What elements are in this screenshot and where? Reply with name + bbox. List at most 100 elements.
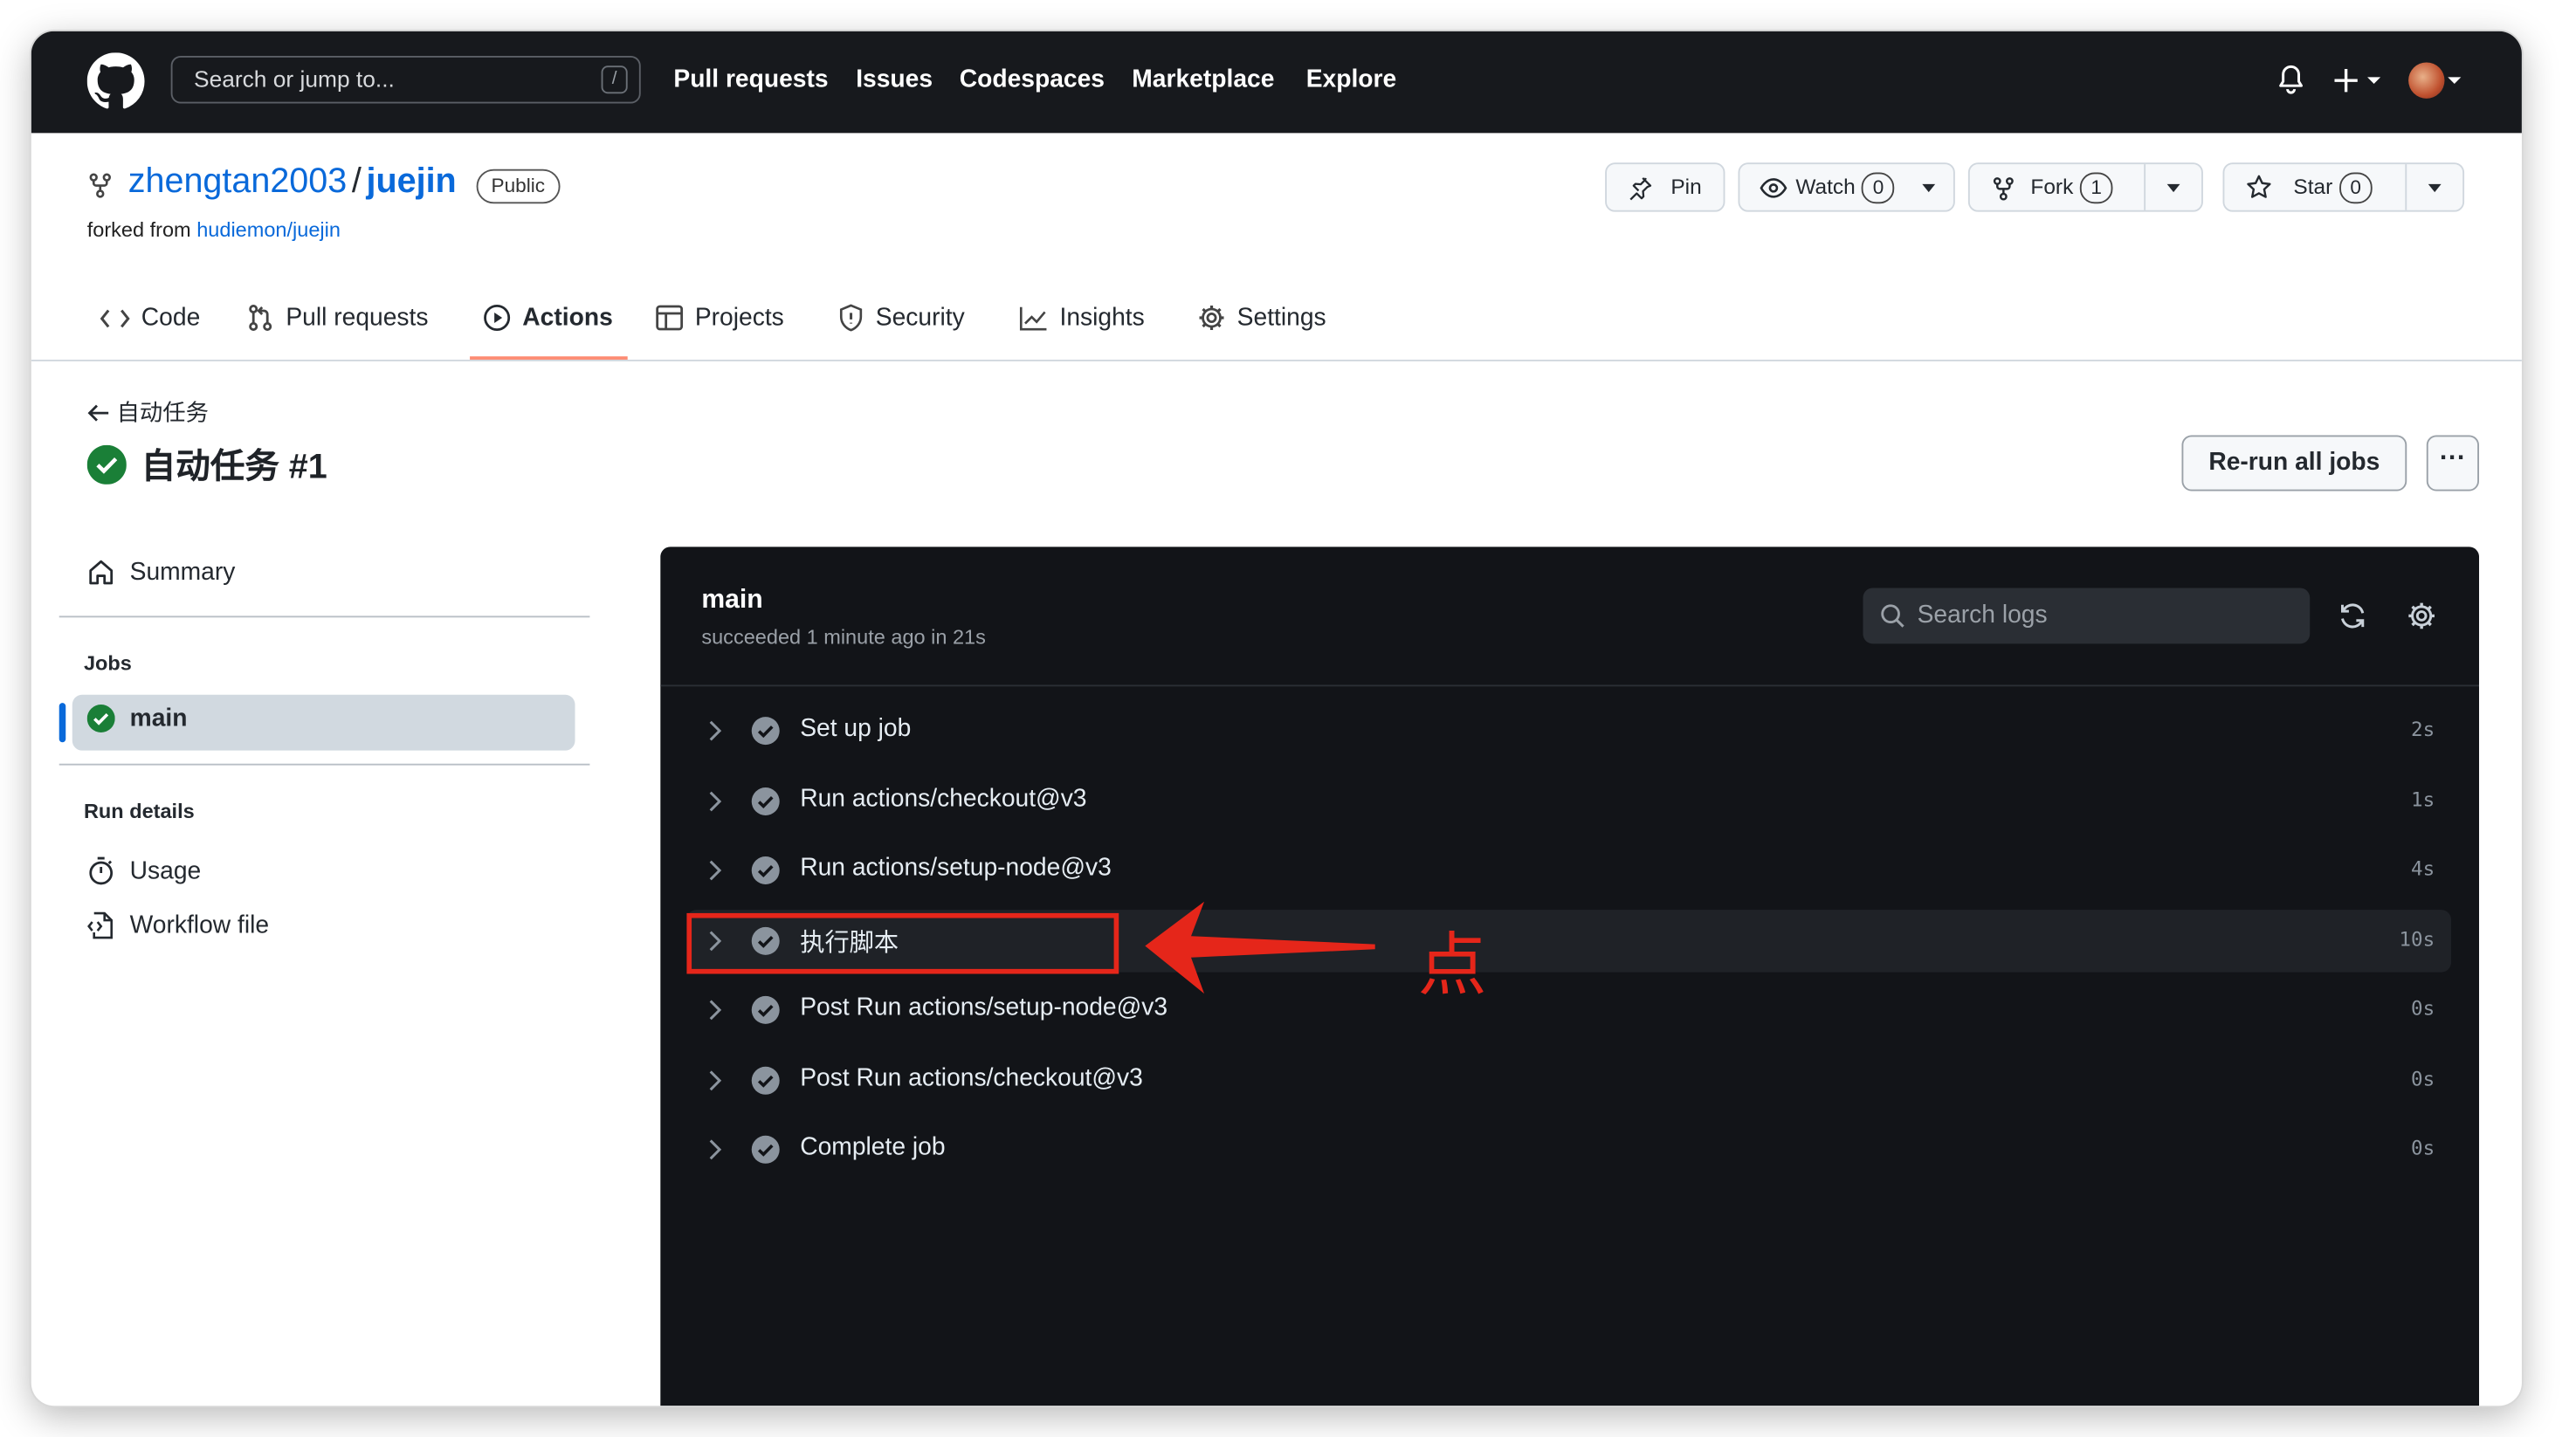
tab-code[interactable]: Code: [100, 304, 200, 332]
search-logs-input[interactable]: Search logs: [1863, 588, 2311, 644]
arrow-left-icon: [87, 404, 109, 422]
log-step-label: Run actions/checkout@v3: [800, 784, 1087, 813]
fork-button-group: Fork 1: [1967, 162, 2203, 212]
create-new-plus-icon[interactable]: [2334, 67, 2387, 93]
chevron-right-icon: [709, 1139, 722, 1160]
fork-button[interactable]: Fork 1: [2030, 164, 2113, 210]
fork-count: 1: [2079, 172, 2113, 204]
log-step-label: Set up job: [800, 714, 912, 743]
job-success-icon: [86, 705, 115, 732]
tab-security-label: Security: [875, 304, 965, 332]
star-count: 0: [2338, 172, 2373, 204]
log-step-duration: 10s: [2399, 926, 2435, 951]
repo-name-link[interactable]: juejin: [367, 162, 457, 200]
log-job-name: main: [701, 586, 763, 615]
sidebar-summary[interactable]: Summary: [87, 558, 236, 587]
fork-dropdown-caret-icon[interactable]: [2166, 183, 2182, 194]
log-step-duration: 0s: [2411, 1136, 2435, 1160]
tab-settings[interactable]: Settings: [1198, 304, 1326, 332]
back-link-label: 自动任务: [116, 399, 209, 426]
step-success-check-icon: [751, 995, 780, 1024]
log-step-label: Run actions/setup-node@v3: [800, 854, 1112, 883]
step-success-check-icon: [751, 1135, 780, 1164]
watch-label: Watch 0: [1795, 164, 1895, 210]
log-step-row[interactable]: Complete job 0s: [686, 1118, 2451, 1180]
log-step-row[interactable]: Run actions/setup-node@v3 4s: [686, 839, 2451, 901]
pin-button[interactable]: Pin: [1605, 162, 1725, 212]
nav-explore[interactable]: Explore: [1306, 65, 1397, 93]
back-to-workflow-link[interactable]: 自动任务: [87, 395, 209, 429]
tab-settings-label: Settings: [1236, 304, 1326, 332]
sidebar-workflow-file[interactable]: Workflow file: [87, 911, 269, 939]
more-options-button[interactable]: ···: [2426, 435, 2480, 492]
forked-from-prefix: forked from: [86, 218, 191, 242]
log-step-row[interactable]: Set up job 2s: [686, 699, 2451, 761]
log-step-duration: 1s: [2411, 787, 2435, 811]
global-search-placeholder: Search or jump to...: [194, 65, 395, 93]
sidebar-job-main-content: main: [86, 705, 188, 732]
log-step-row[interactable]: Post Run actions/setup-node@v3 0s: [686, 979, 2451, 1041]
tab-actions[interactable]: Actions: [483, 304, 613, 332]
tab-projects-label: Projects: [694, 304, 784, 332]
nav-pull-requests[interactable]: Pull requests: [673, 65, 828, 93]
watch-caret-icon: [1922, 183, 1936, 193]
sidebar-summary-label: Summary: [129, 558, 236, 587]
chevron-right-icon: [709, 1000, 722, 1021]
file-code-icon: [87, 911, 113, 939]
nav-marketplace[interactable]: Marketplace: [1132, 65, 1274, 93]
sidebar-divider-2: [59, 763, 590, 766]
rerun-all-jobs-button[interactable]: Re-run all jobs: [2181, 435, 2407, 492]
watch-button[interactable]: Watch 0: [1738, 162, 1955, 212]
log-step-label: Post Run actions/setup-node@v3: [800, 994, 1168, 1022]
tab-actions-label: Actions: [522, 304, 613, 332]
repo-title: zhengtan2003/juejin: [128, 162, 457, 202]
search-icon: [1881, 604, 1904, 628]
slash-key-hint: /: [601, 65, 628, 94]
star-button[interactable]: Star 0: [2293, 164, 2373, 210]
tab-security[interactable]: Security: [838, 304, 965, 332]
watch-count: 0: [1862, 172, 1895, 204]
annotation-arrow-icon: [1145, 901, 1375, 994]
run-title-text: 自动任务 #1: [141, 448, 327, 486]
step-success-check-icon: [751, 787, 780, 815]
log-step-duration: 0s: [2411, 1066, 2435, 1090]
stopwatch-icon: [89, 856, 114, 885]
avatar-caret-icon[interactable]: [2446, 74, 2462, 87]
refresh-icon[interactable]: [2338, 601, 2367, 630]
forked-from-line: forked from hudiemon/juejin: [87, 218, 341, 241]
repo-separator: /: [351, 162, 362, 201]
tab-pull-requests-label: Pull requests: [286, 304, 429, 332]
sidebar-usage[interactable]: Usage: [87, 856, 201, 885]
tab-insights-label: Insights: [1059, 304, 1145, 332]
sidebar-divider-1: [59, 615, 590, 618]
step-success-check-icon: [751, 1065, 780, 1094]
user-avatar[interactable]: [2408, 62, 2445, 99]
global-search-input[interactable]: Search or jump to... /: [170, 55, 641, 104]
pin-icon: [1629, 177, 1652, 201]
github-logo-icon[interactable]: [86, 52, 145, 110]
log-settings-gear-icon[interactable]: [2407, 601, 2436, 630]
tab-projects[interactable]: Projects: [656, 304, 784, 332]
nav-codespaces[interactable]: Codespaces: [960, 65, 1105, 93]
gear-icon: [1199, 306, 1224, 330]
graph-icon: [1019, 306, 1047, 330]
sidebar-workflow-file-label: Workflow file: [129, 911, 270, 940]
log-job-status: succeeded 1 minute ago in 21s: [701, 625, 986, 650]
browser-window: Search or jump to... / Pull requests Iss…: [31, 31, 2522, 1406]
log-step-row[interactable]: Post Run actions/checkout@v3 0s: [686, 1049, 2451, 1110]
forked-from-link[interactable]: hudiemon/juejin: [196, 218, 341, 241]
success-check-circle-icon: [86, 444, 127, 485]
tab-pull-requests[interactable]: Pull requests: [246, 304, 429, 332]
fork-divider: [2144, 164, 2146, 210]
log-step-row[interactable]: Run actions/checkout@v3 1s: [686, 769, 2451, 831]
selected-job-indicator: [59, 703, 66, 743]
nav-issues[interactable]: Issues: [856, 65, 933, 93]
star-dropdown-caret-icon[interactable]: [2427, 183, 2443, 194]
tab-insights[interactable]: Insights: [1018, 304, 1145, 332]
eye-icon: [1760, 178, 1787, 198]
star-button-group: Star 0: [2222, 162, 2465, 212]
log-step-label: Post Run actions/checkout@v3: [800, 1063, 1143, 1092]
projects-table-icon: [656, 305, 684, 331]
notifications-bell-icon[interactable]: [2277, 64, 2305, 95]
repo-owner-link[interactable]: zhengtan2003: [128, 162, 347, 200]
